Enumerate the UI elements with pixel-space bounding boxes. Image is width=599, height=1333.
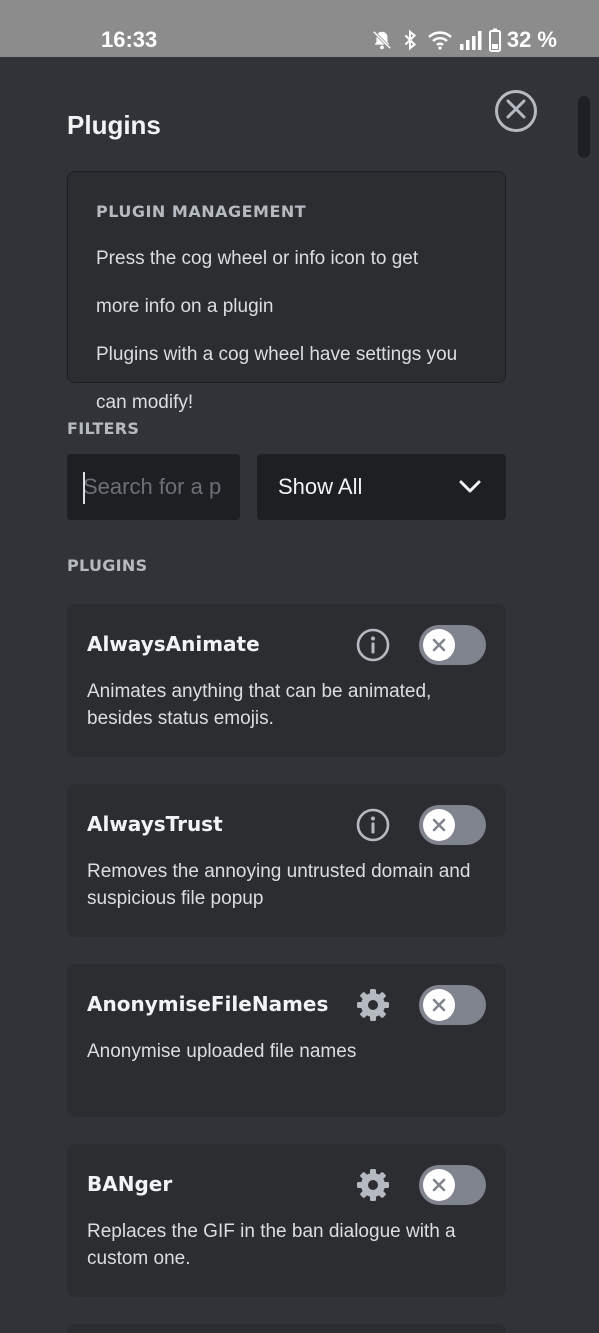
toggle-off-icon [423,809,455,841]
plugin-card: AlwaysAnimate Animates anything that can… [67,604,506,757]
scrollbar-thumb[interactable] [578,96,590,158]
toggle-off-icon [423,989,455,1021]
battery-percent: 32 % [506,27,557,52]
toggle-off-icon [423,1169,455,1201]
plugin-name: AlwaysAnimate [87,632,260,656]
plugin-name: AlwaysTrust [87,812,223,836]
bluetooth-icon [399,29,421,51]
info-line: can modify! [96,392,194,413]
info-line: Plugins with a cog wheel have settings y… [96,344,458,365]
plugin-description: Replaces the GIF in the ban dialogue wit… [87,1221,456,1269]
filter-select-value: Show All [278,474,363,499]
toggle-off-icon [423,629,455,661]
plugin-name: BANger [87,1172,173,1196]
plugin-card: AlwaysTrust Removes the annoying untrust… [67,784,506,937]
plugin-toggle[interactable] [419,805,486,845]
search-box [67,454,240,520]
plugin-card: BANger Replaces the GIF in the ban dialo… [67,1144,506,1297]
plugin-description: Removes the annoying untrusted domain an… [87,861,471,909]
close-icon [505,98,527,124]
filters-label: FILTERS [67,419,140,438]
wifi-icon [427,29,453,51]
signal-icon [459,29,483,51]
info-line: Press the cog wheel or info icon to get [96,248,419,269]
search-input[interactable] [67,454,240,520]
info-icon[interactable] [355,807,391,843]
info-icon[interactable] [355,627,391,663]
plugin-name: AnonymiseFileNames [87,992,329,1016]
info-heading: PLUGIN MANAGEMENT [96,202,307,221]
plugin-toggle[interactable] [419,985,486,1025]
close-button[interactable] [495,90,537,132]
plugin-management-info: PLUGIN MANAGEMENT Press the cog wheel or… [67,171,506,413]
plugin-description: Animates anything that can be animated, … [87,681,432,729]
plugin-toggle[interactable] [419,625,486,665]
cog-icon[interactable] [355,1167,391,1203]
mute-bell-icon [371,29,393,51]
plugins-label: PLUGINS [67,556,148,575]
plugin-card: AnonymiseFileNames Anonymise uploaded fi… [67,964,506,1117]
plugin-toggle[interactable] [419,1165,486,1205]
status-time: 16:33 [101,27,158,52]
battery-icon [488,28,501,52]
plugin-description: Anonymise uploaded file names [87,1041,357,1062]
filter-select[interactable]: Show All [257,454,506,520]
status-bar: 16:33 32 % [0,0,599,57]
plugin-card [67,1324,506,1333]
modal-title: Plugins [67,110,161,140]
info-line: more info on a plugin [96,296,274,317]
chevron-down-icon [459,479,481,499]
status-icons: 32 % [371,27,557,53]
cog-icon[interactable] [355,987,391,1023]
text-caret [83,472,85,504]
